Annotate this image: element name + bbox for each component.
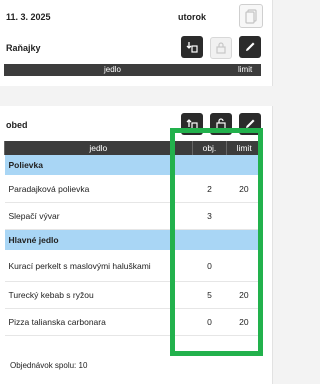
lock-icon	[216, 42, 226, 54]
lunch-col-food: jedlo	[4, 141, 193, 155]
lunch-title: obed	[6, 120, 28, 130]
menu-item-name: Pizza talianska carbonara	[4, 308, 193, 336]
category-name: Polievka	[4, 155, 193, 176]
menu-item-name: Paradajková polievka	[4, 175, 193, 203]
breakfast-edit-button[interactable]	[239, 36, 261, 58]
import-icon	[186, 42, 198, 53]
breakfast-title: Raňajky	[6, 43, 41, 53]
edit-icon	[246, 42, 255, 51]
copy-day-button[interactable]	[239, 4, 263, 28]
breakfast-card: 11. 3. 2025 utorok Raňajky jedlo limit	[0, 0, 273, 86]
menu-item-name: Slepačí vývar	[4, 202, 193, 230]
highlight-box	[170, 128, 263, 356]
breakfast-table-header: jedlo limit	[4, 64, 261, 76]
category-name: Hlavné jedlo	[4, 229, 193, 251]
orders-total-value: 10	[78, 361, 88, 370]
menu-item-name: Kurací perkelt s maslovými haluškami	[4, 250, 193, 282]
orders-total: Objednávok spolu: 10	[10, 361, 87, 370]
orders-total-label: Objednávok spolu:	[10, 361, 77, 370]
breakfast-import-button[interactable]	[181, 36, 203, 58]
day-date: 11. 3. 2025	[6, 12, 51, 22]
day-weekday: utorok	[178, 12, 206, 22]
breakfast-col-food: jedlo	[104, 65, 121, 74]
menu-item-name: Turecký kebab s ryžou	[4, 281, 193, 309]
breakfast-lock-button[interactable]	[210, 37, 232, 59]
copy-icon	[245, 9, 257, 24]
breakfast-col-limit: limit	[238, 65, 253, 74]
